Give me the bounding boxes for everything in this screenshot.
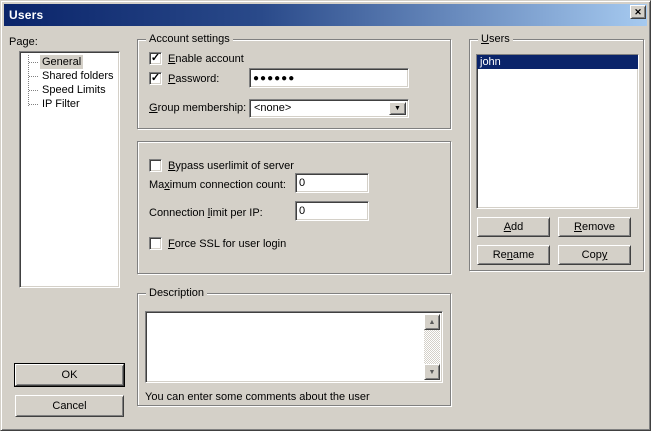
page-label: Page: <box>9 36 38 48</box>
ok-button[interactable]: OK <box>15 364 124 386</box>
window-title: Users <box>9 8 43 22</box>
add-user-button[interactable]: Add <box>477 217 550 237</box>
page-tree[interactable]: General Shared folders Speed Limits IP F… <box>19 51 120 288</box>
enable-account-label[interactable]: Enable account <box>168 53 244 65</box>
password-input[interactable] <box>249 68 409 88</box>
enable-account-checkbox[interactable]: ✓ <box>149 52 162 65</box>
password-checkbox[interactable]: ✓ <box>149 72 162 85</box>
checkmark-icon: ✓ <box>151 53 160 64</box>
close-icon: ✕ <box>634 8 642 17</box>
account-settings-group: Account settings ✓ Enable account ✓ Pass… <box>137 39 451 129</box>
description-textarea[interactable]: ▲ ▼ <box>145 311 443 383</box>
force-ssl-label[interactable]: Force SSL for user login <box>168 238 286 250</box>
group-membership-label: Group membership: <box>149 102 246 114</box>
arrow-up-icon: ▲ <box>429 319 436 326</box>
description-hint: You can enter some comments about the us… <box>145 391 370 403</box>
group-membership-value: <none> <box>250 100 389 117</box>
users-caption: Users <box>478 33 513 45</box>
conn-per-ip-input[interactable] <box>295 201 369 221</box>
sidebar-item-shared-folders[interactable]: Shared folders <box>20 69 119 83</box>
chevron-down-icon[interactable]: ▼ <box>389 102 406 115</box>
checkmark-icon: ✓ <box>151 73 160 84</box>
remove-user-button[interactable]: Remove <box>558 217 631 237</box>
scroll-up-button[interactable]: ▲ <box>424 314 440 330</box>
users-group: Users john Add Remove Rename Copy <box>469 39 644 271</box>
max-connections-label: Maximum connection count: <box>149 179 286 191</box>
group-membership-select[interactable]: <none> ▼ <box>249 99 409 118</box>
description-group: Description ▲ ▼ You can enter some comme… <box>137 293 451 406</box>
arrow-down-icon: ▼ <box>429 369 436 376</box>
list-item-user[interactable]: john <box>477 55 638 69</box>
limits-group: Bypass userlimit of server Maximum conne… <box>137 141 451 274</box>
tree-item-label: Speed Limits <box>40 83 108 97</box>
tree-item-label: IP Filter <box>40 97 82 111</box>
users-dialog: Users ✕ Page: General Shared folders Spe… <box>0 0 651 431</box>
tree-item-label: General <box>40 55 83 69</box>
password-label[interactable]: Password: <box>168 73 219 85</box>
sidebar-item-general[interactable]: General <box>20 55 119 69</box>
max-connections-input[interactable] <box>295 173 369 193</box>
rename-user-button[interactable]: Rename <box>477 245 550 265</box>
sidebar-item-ip-filter[interactable]: IP Filter <box>20 97 119 111</box>
conn-per-ip-label: Connection limit per IP: <box>149 207 263 219</box>
users-list[interactable]: john <box>476 54 639 209</box>
sidebar-item-speed-limits[interactable]: Speed Limits <box>20 83 119 97</box>
copy-user-button[interactable]: Copy <box>558 245 631 265</box>
description-text[interactable] <box>148 314 424 380</box>
force-ssl-checkbox[interactable] <box>149 237 162 250</box>
bypass-userlimit-label[interactable]: Bypass userlimit of server <box>168 160 294 172</box>
titlebar[interactable]: Users <box>4 4 647 26</box>
close-button[interactable]: ✕ <box>630 5 646 19</box>
description-scrollbar[interactable]: ▲ ▼ <box>424 314 440 380</box>
cancel-button[interactable]: Cancel <box>15 395 124 417</box>
account-settings-caption: Account settings <box>146 33 233 45</box>
description-caption: Description <box>146 287 207 299</box>
tree-item-label: Shared folders <box>40 69 116 83</box>
bypass-userlimit-checkbox[interactable] <box>149 159 162 172</box>
scroll-down-button[interactable]: ▼ <box>424 364 440 380</box>
